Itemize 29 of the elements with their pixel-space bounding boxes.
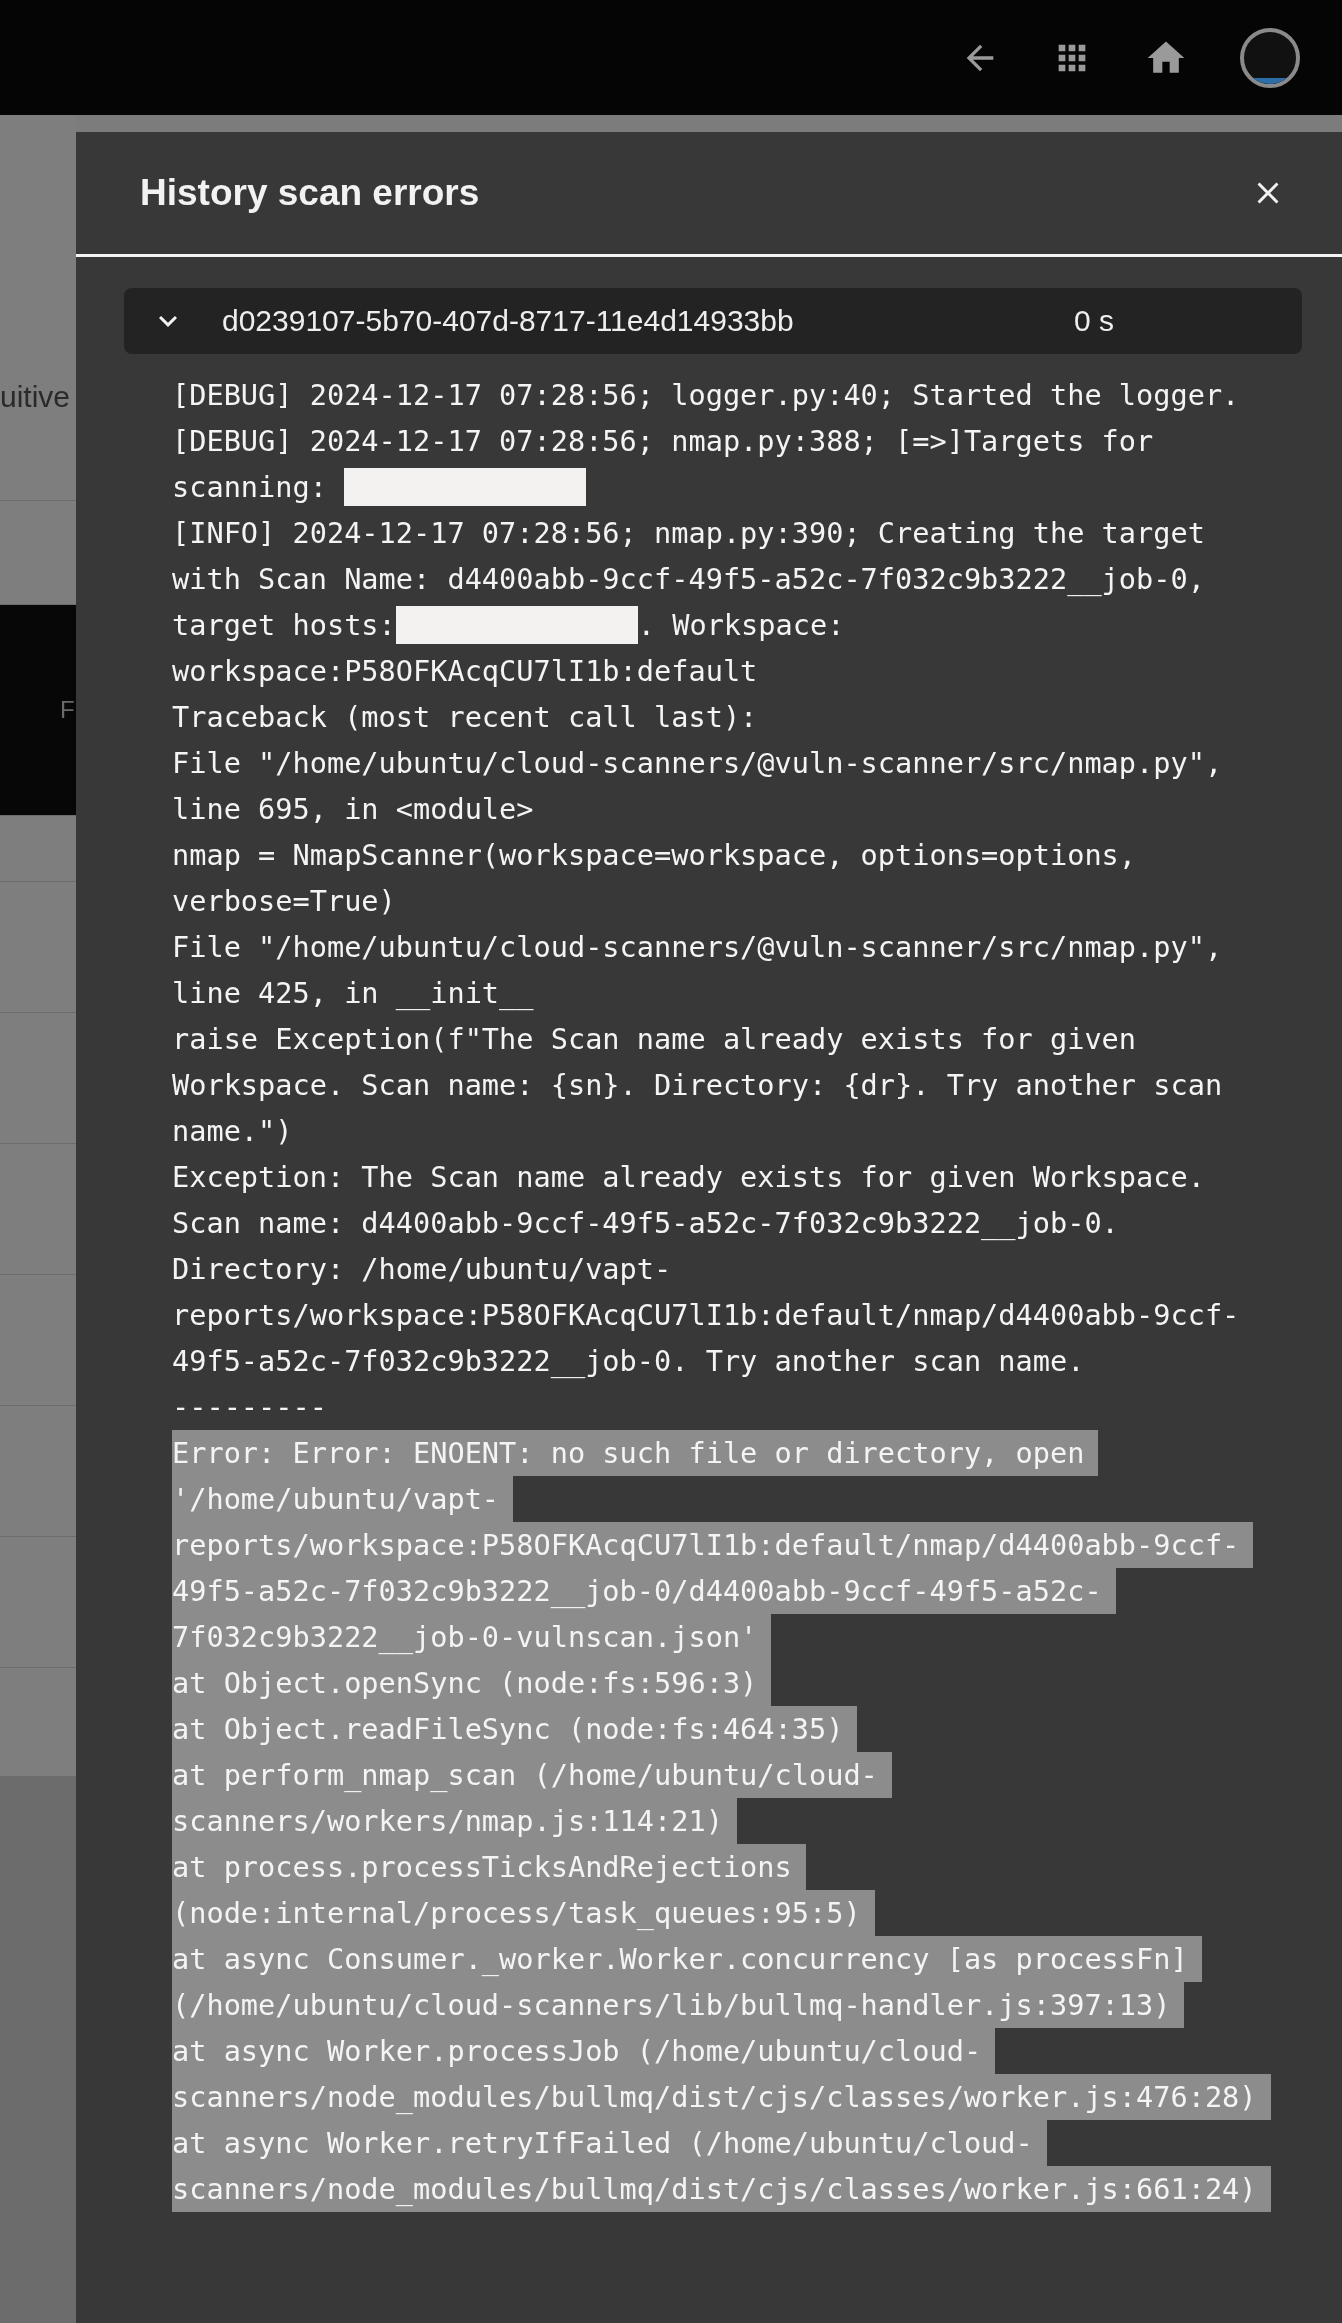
log-line: [DEBUG] 2024-12-17 07:28:56; logger.py:40; Started the logger. [172,377,1240,414]
log-line: target hosts: . Workspace: [172,605,845,646]
dialog-title: History scan errors [140,172,480,214]
scan-id: d0239107-5b70-407d-8717-11e4d14933bb [222,304,795,338]
log-line: line 695, in <module> [172,791,534,828]
scan-duration: 0 s [1074,304,1115,338]
log-line: File "/home/ubuntu/cloud-scanners/@vuln-scanner/src/nmap.py", [172,929,1223,966]
log-line: File "/home/ubuntu/cloud-scanners/@vuln-scanner/src/nmap.py", [172,745,1223,782]
log-line: workspace:P58OFKAcqCU7lI1b:default [172,653,758,690]
log-line: Directory: /home/ubuntu/vapt- [172,1251,672,1288]
log-line: reports/workspace:P58OFKAcqCU7lI1b:default/nmap/d4400abb-9ccf- [172,1297,1240,1334]
log-line: Traceback (most recent call last): [172,699,758,736]
log-line: Exception: The Scan name already exists for given Workspace. [172,1159,1205,1196]
log-line: scanning: [172,464,587,510]
log-line: nmap = NmapScanner(workspace=workspace, options=options, [172,837,1137,874]
log-line: name.") [172,1113,293,1150]
log-line: raise Exception(f"The Scan name already exists for given [172,1021,1137,1058]
scan-accordion-header[interactable]: d0239107-5b70-407d-8717-11e4d14933bb 0 s [124,288,1302,354]
background-text: F [60,696,75,724]
log-line: --------- [172,1389,327,1426]
log-line: line 425, in __init__ [172,975,534,1012]
log-line: Scan name: d4400abb-9ccf-49f5-a52c-7f032c9b3222__job-0. [172,1205,1119,1242]
log-line: [DEBUG] 2024-12-17 07:28:56; nmap.py:388; [=>]Targets for [172,423,1154,460]
background-text: uitive [0,379,71,414]
log-line: [INFO] 2024-12-17 07:28:56; nmap.py:390; Creating the target [172,515,1205,552]
log-line: 49f5-a52c-7f032c9b3222__job-0. Try another scan name. [172,1343,1085,1380]
log-line: verbose=True) [172,883,396,920]
log-line: Workspace. Scan name: {sn}. Directory: {dr}. Try another scan [172,1067,1223,1104]
log-line: with Scan Name: d4400abb-9ccf-49f5-a52c-7f032c9b3222__job-0, [172,561,1205,598]
